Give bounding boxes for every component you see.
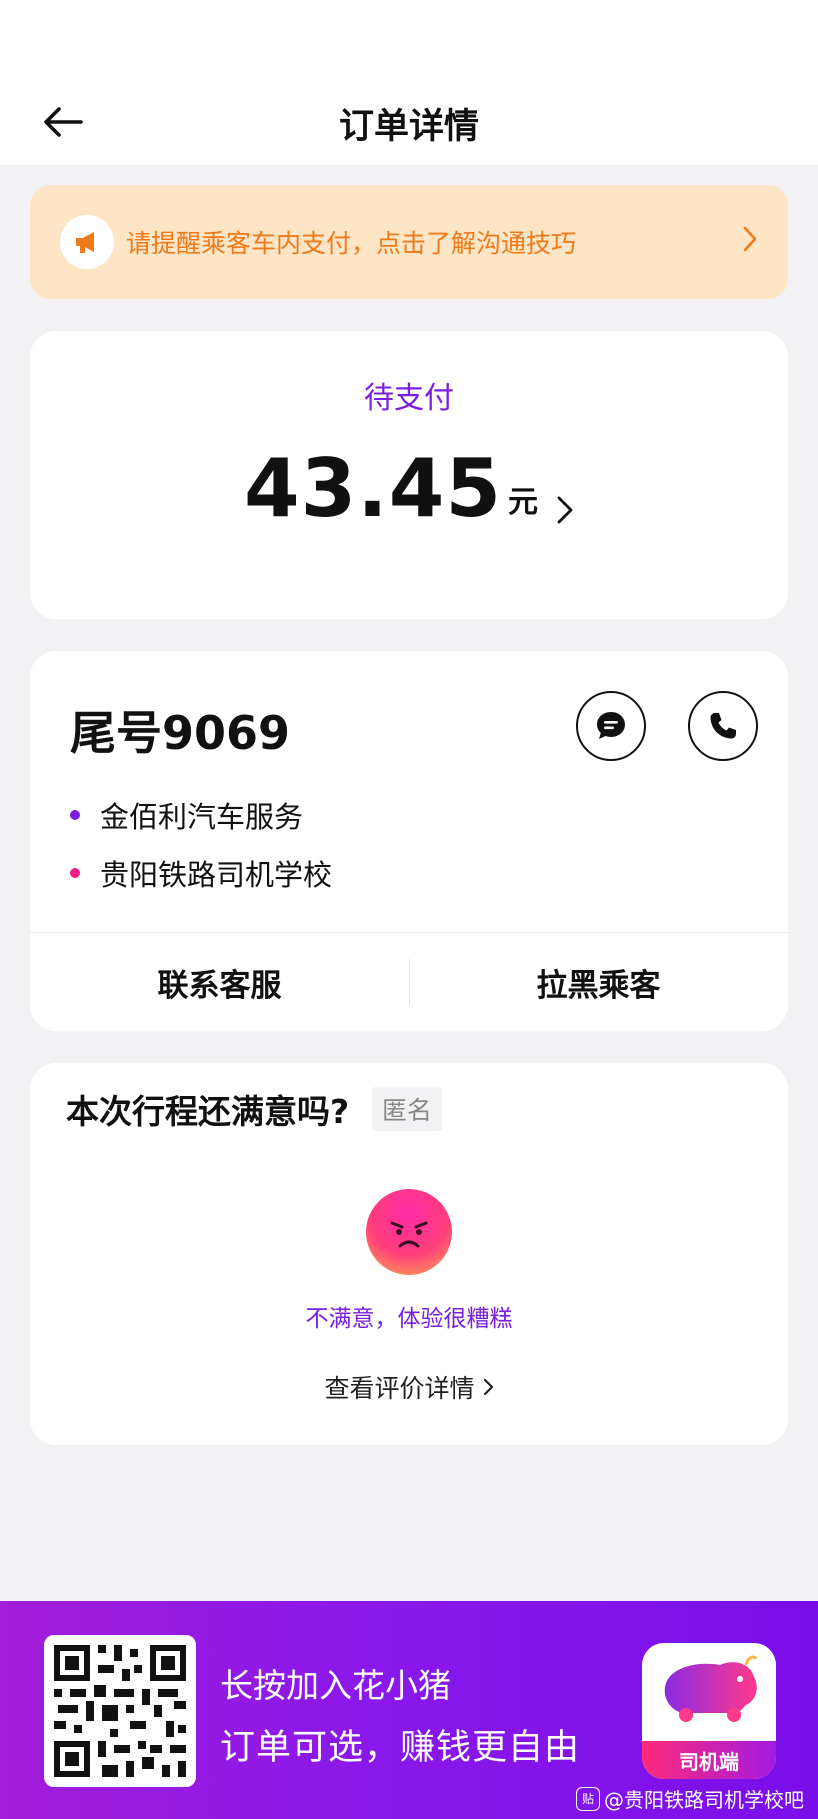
top-bar: 订单详情	[0, 0, 818, 165]
anonymous-tag: 匿名	[372, 1087, 443, 1131]
payment-reminder-banner[interactable]: 请提醒乘客车内支付，点击了解沟通技巧	[30, 185, 788, 299]
promo-banner[interactable]: 长按加入花小猪 订单可选，赚钱更自由 司机端 贴 @贵阳铁路司机学校吧	[0, 1601, 818, 1819]
notice-text: 请提醒乘客车内支付，点击了解沟通技巧	[126, 229, 577, 258]
rating-detail-label: 查看评价详情	[324, 1374, 475, 1403]
amount-unit: 元	[508, 485, 539, 520]
route-end-text: 贵阳铁路司机学校	[100, 858, 333, 892]
chevron-right-icon	[483, 1378, 493, 1396]
megaphone-icon	[60, 215, 114, 269]
rating-card: 本次行程还满意吗? 匿名 不满意，体验很糟糕 查看评价详情	[30, 1063, 788, 1445]
watermark-text: @贵阳铁路司机学校吧	[604, 1788, 804, 1812]
chevron-right-icon	[557, 496, 573, 524]
chat-bubble-icon	[597, 712, 625, 739]
app-logo-icon[interactable]: 司机端	[642, 1643, 776, 1779]
pig-icon	[664, 1655, 758, 1722]
start-dot	[70, 810, 80, 820]
call-button[interactable]	[688, 691, 758, 761]
message-button[interactable]	[576, 691, 646, 761]
phone-icon	[710, 713, 736, 739]
rating-result-text: 不满意，体验很糟糕	[305, 1306, 513, 1332]
rating-question: 本次行程还满意吗?	[66, 1092, 350, 1131]
end-dot	[70, 868, 80, 878]
passenger-card: 尾号9069 金佰利汽车服务 贵阳铁路司机学校 联系客服 拉黑乘客	[30, 651, 788, 1031]
passenger-tail-number: 尾号9069	[70, 706, 291, 760]
route-start: 金佰利汽车服务	[70, 794, 303, 836]
block-passenger-button[interactable]: 拉黑乘客	[409, 933, 788, 1031]
amount-row[interactable]: 43.45 元	[30, 449, 788, 529]
contact-service-button[interactable]: 联系客服	[30, 933, 409, 1031]
view-rating-details-link[interactable]: 查看评价详情	[30, 1369, 788, 1405]
promo-title: 长按加入花小猪	[220, 1666, 451, 1705]
route-start-text: 金佰利汽车服务	[100, 800, 304, 834]
qr-code[interactable]	[44, 1635, 196, 1787]
amount-value: 43.45	[243, 442, 503, 535]
route-end: 贵阳铁路司机学校	[70, 852, 332, 894]
watermark: 贴 @贵阳铁路司机学校吧	[576, 1784, 804, 1813]
promo-subtitle: 订单可选，赚钱更自由	[220, 1728, 581, 1768]
payment-status-label: 待支付	[364, 381, 454, 416]
qr-code-icon	[54, 1645, 186, 1777]
app-badge: 司机端	[642, 1741, 776, 1779]
payment-status-card: 待支付 43.45 元	[30, 331, 788, 619]
tieba-icon: 贴	[576, 1786, 600, 1811]
angry-face-icon	[366, 1189, 452, 1275]
page-title: 订单详情	[338, 107, 479, 147]
chevron-right-icon	[743, 226, 757, 252]
